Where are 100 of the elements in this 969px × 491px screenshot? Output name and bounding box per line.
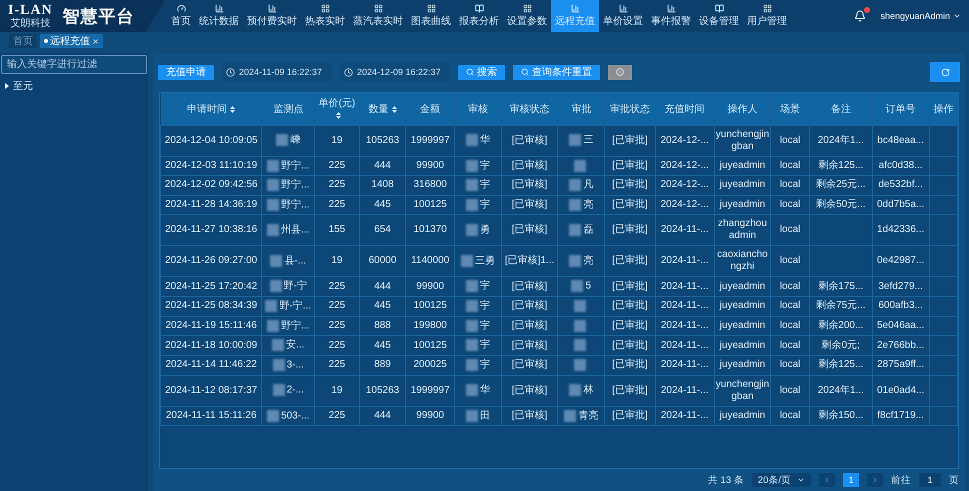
grid-icon [374,4,382,13]
close-icon[interactable] [92,38,99,44]
table-cell: 2024-11-... [655,355,714,376]
table-cell: 225 [314,276,360,297]
caret-icon [797,476,805,484]
table-cell: [已审批] [604,195,656,215]
table-cell: 316800 [406,176,455,196]
nav-item[interactable]: 图表曲线 [407,0,455,32]
table-cell: 2024-12-02 09:42:56 [160,176,262,196]
column-header[interactable]: 单价(元) [314,93,360,125]
goto-page-field[interactable]: 1 [919,473,941,487]
column-header: 操作人 [714,93,771,125]
chevron-left-icon [823,476,831,484]
table-cell: local [770,156,810,176]
table-cell: 100125 [406,195,455,215]
table-cell: [已审核] [501,176,558,196]
redacted-block [466,134,478,146]
table-cell: juyeadmin [714,276,771,297]
table-cell: 503-... [262,406,315,426]
nav-item[interactable]: 统计数据 [195,0,243,32]
table-cell: 2875a9ff... [872,355,930,376]
end-date-field[interactable]: 2024-12-09 16:22:37 [340,63,450,81]
table-cell: 444 [359,276,406,297]
column-header: 备注 [809,93,872,125]
bell-icon[interactable] [854,10,866,22]
page-size-select[interactable]: 20条/页 [752,473,811,487]
column-header: 审批状态 [604,93,656,125]
table-cell: 剩余150... [809,406,872,426]
nav-item[interactable]: 设置参数 [503,0,551,32]
column-header: 监测点 [262,93,315,125]
table-cell: yunchengjingban [714,125,771,156]
table-cell: 1140000 [406,246,455,277]
table-cell: 654 [359,214,406,246]
sort-icon[interactable] [336,112,341,120]
table-cell: 宇 [454,195,502,215]
bar-chart-icon [666,4,676,13]
table-cell: [已审核]1... [501,246,558,277]
nav-item[interactable]: 预付费实时 [243,0,301,32]
clear-button[interactable] [608,64,632,80]
column-header[interactable]: 数量 [359,93,406,125]
redacted-block [466,224,478,236]
table-cell: 亮 [558,246,605,277]
redacted-block [569,134,582,146]
table-cell: caoxianchongzhi [714,246,771,277]
table-cell: 225 [314,176,360,196]
filter-field[interactable]: 输入关键字进行过滤 [1,55,147,74]
table-cell: 225 [314,195,360,215]
table-cell: 225 [314,316,360,336]
table-cell: [已审批] [604,336,656,356]
table-cell: 剩余125... [809,355,872,376]
table-cell: 444 [359,406,406,426]
nav-item[interactable]: 用户管理 [743,0,791,32]
table-cell: 99900 [406,156,455,176]
nav-item[interactable]: 热表实时 [301,0,349,32]
table-cell: 225 [314,156,360,176]
table-cell: [已审批] [604,355,656,376]
table-cell: 2024-12-04 10:09:05 [160,125,262,156]
table-cell: 田 [454,406,502,426]
redacted-block [466,339,478,352]
table-cell: juyeadmin [714,176,771,196]
table-cell: 199800 [406,316,455,336]
table-cell: 60000 [359,246,406,277]
refresh-button[interactable] [930,62,960,82]
table-cell: [已审批] [604,406,656,426]
table-cell: 2024-12-... [655,156,714,176]
user-menu[interactable]: shengyuanAdmin [880,11,961,21]
nav-item[interactable]: 事件报警 [647,0,695,32]
table-cell: 剩余50元... [809,195,872,215]
nav-item[interactable]: 设备管理 [695,0,743,32]
sort-icon[interactable] [230,106,235,113]
start-date-field[interactable]: 2024-11-09 16:22:37 [222,63,332,81]
table-cell: 3efd279... [872,276,930,297]
column-header[interactable]: 申请时间 [160,93,262,125]
column-header: 订单号 [872,93,930,125]
table-cell: 2024-11-... [655,246,714,277]
nav-item[interactable]: 报表分析 [455,0,503,32]
table-cell: yunchengjingban [714,375,771,406]
table-cell: [已审批] [604,296,656,316]
page-tab[interactable]: 远程充值 [40,34,103,48]
sort-icon[interactable] [392,106,397,113]
logo-subtitle: 艾朗科技 [10,18,50,28]
redacted-block [466,410,478,422]
table-cell: 1999997 [406,375,455,406]
table-cell: juyeadmin [714,355,771,376]
nav-item[interactable]: 蒸汽表实时 [349,0,407,32]
page-tab[interactable]: 首页 [9,34,37,48]
nav-item[interactable]: 首页 [167,0,195,32]
table-cell: 100125 [406,336,455,356]
table-cell: 2024-11-19 15:11:46 [160,316,262,336]
tree-item[interactable]: 至元 [0,79,148,93]
nav-item[interactable]: 单价设置 [599,0,647,32]
table-cell: 105263 [359,125,406,156]
table-cell: [已审批] [604,276,656,297]
table-cell: 225 [314,336,360,356]
table-cell: [已审批] [604,156,656,176]
redacted-block [270,255,282,268]
table-cell: 华 [454,375,502,406]
gauge-icon [176,4,186,13]
table-cell: 2024-11-... [655,375,714,406]
table-cell: 青亮 [558,406,605,426]
